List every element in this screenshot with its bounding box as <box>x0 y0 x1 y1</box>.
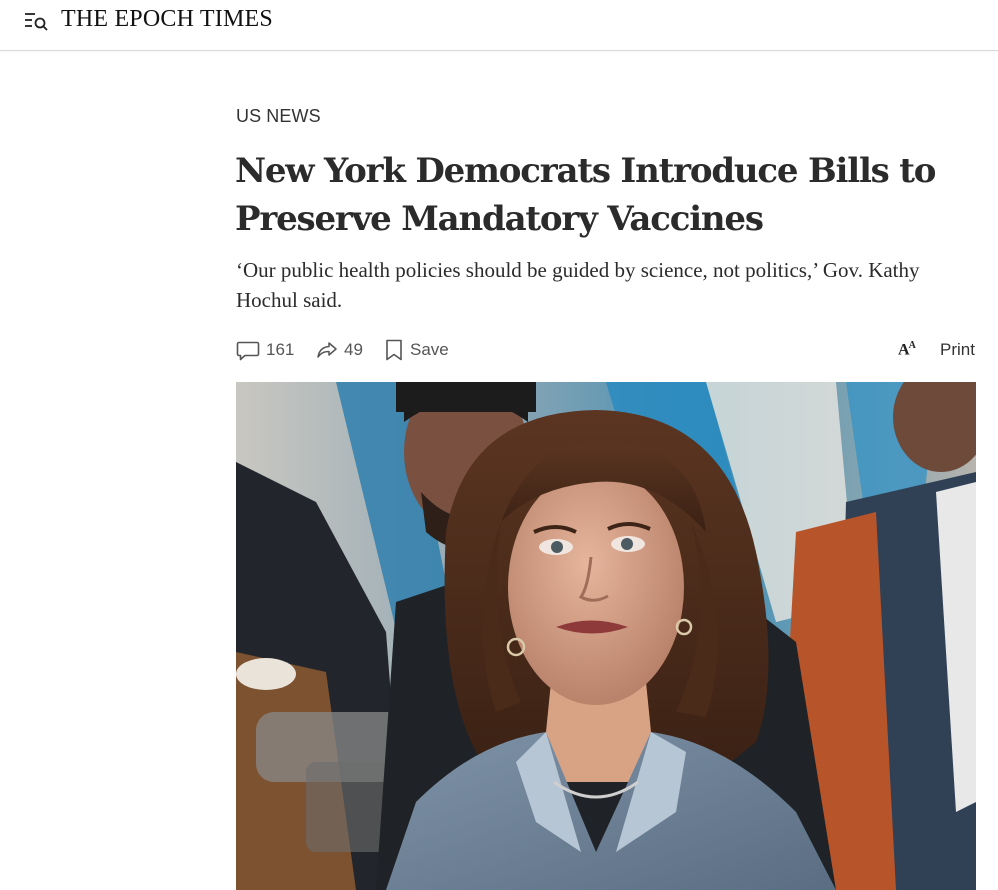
comments-button[interactable]: 161 <box>236 337 294 363</box>
share-arrow-icon <box>316 339 338 361</box>
article-actions: 161 49 Save AA Print <box>236 337 976 363</box>
top-bar: THE EPOCH TIMES <box>0 0 998 51</box>
comment-icon <box>236 338 260 362</box>
article-headline: New York Democrats Introduce Bills to Pr… <box>235 151 936 239</box>
share-button[interactable]: 49 <box>316 337 363 363</box>
save-button[interactable]: Save <box>384 337 449 363</box>
shares-count: 49 <box>344 340 363 359</box>
hero-image <box>236 382 976 890</box>
comments-count: 161 <box>266 340 295 359</box>
section-label[interactable]: US NEWS <box>236 106 321 127</box>
print-button[interactable]: Print <box>940 337 975 363</box>
bookmark-icon <box>384 338 404 362</box>
article-subhead: ‘Our public health policies should be gu… <box>236 258 920 312</box>
font-size-button[interactable]: AA <box>898 337 916 363</box>
font-size-icon: AA <box>898 340 916 359</box>
site-logo[interactable]: THE EPOCH TIMES <box>61 6 273 33</box>
menu-search-icon[interactable] <box>22 9 52 33</box>
save-label: Save <box>410 340 449 359</box>
print-label: Print <box>940 340 975 359</box>
